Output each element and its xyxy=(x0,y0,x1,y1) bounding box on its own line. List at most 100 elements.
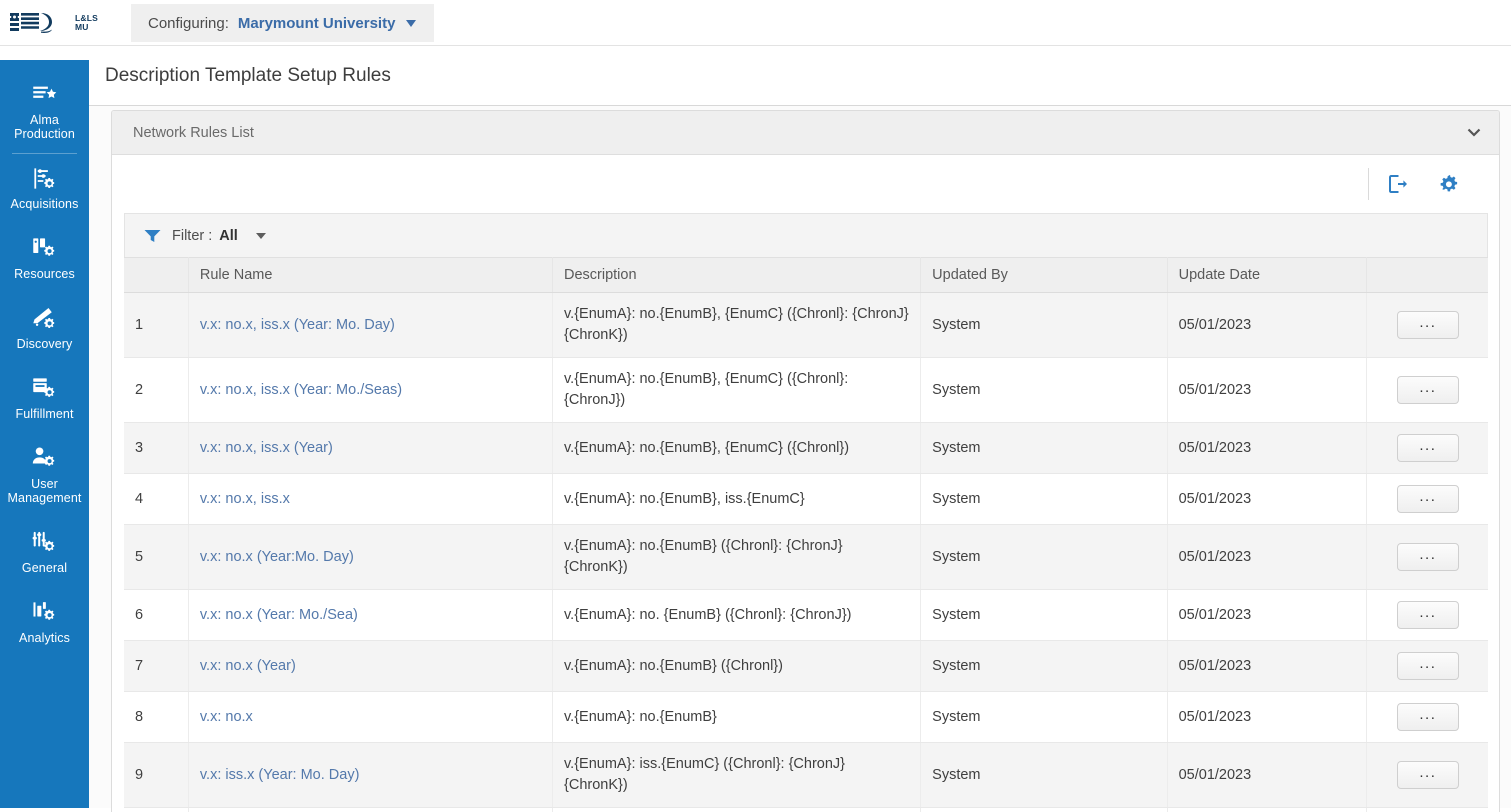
table-row[interactable]: 2v.x: no.x, iss.x (Year: Mo./Seas)v.{Enu… xyxy=(124,358,1488,423)
cell-update-date: 05/01/2023 xyxy=(1167,641,1366,692)
table-row[interactable]: 3 v.x: no.x, iss.x (Year) v.{EnumA}: no.{E… xyxy=(124,423,1488,474)
filter-value[interactable]: All xyxy=(219,228,238,244)
rule-name-link[interactable]: v.x: no.x xyxy=(200,709,253,725)
row-actions-button[interactable]: ... xyxy=(1397,434,1459,462)
sidebar-item-general[interactable]: General xyxy=(0,518,89,588)
cell-rule-name[interactable]: v.x: no.x, iss.x (Year: Mo./Seas) xyxy=(188,358,552,423)
cell-updated-by: System xyxy=(921,423,1167,474)
rule-name-link[interactable]: v.x: no.x (Year) xyxy=(200,658,296,674)
rule-name-link[interactable]: v.x: iss.x (Year: Mo. Day) xyxy=(200,767,360,783)
cell-description: v.{EnumA}: no.{EnumB}, {EnumC} ({Chronl}… xyxy=(553,423,921,474)
rule-name-link[interactable]: v.x: no.x, iss.x (Year) xyxy=(200,440,333,456)
table-row[interactable]: 6v.x: no.x (Year: Mo./Sea)v.{EnumA}: no.… xyxy=(124,590,1488,641)
column-header-updated-by[interactable]: Updated By xyxy=(921,258,1167,293)
app-logo[interactable]: L&LS MU xyxy=(8,7,108,39)
configuring-selector[interactable]: Configuring: Marymount University xyxy=(131,4,434,42)
table-row[interactable]: 9v.x: iss.x (Year: Mo. Day)v.{EnumA}: is… xyxy=(124,743,1488,808)
table-row[interactable]: 1v.x: no.x, iss.x (Year: Mo. Day)v.{Enum… xyxy=(124,293,1488,358)
row-actions-button[interactable]: ... xyxy=(1397,311,1459,339)
row-actions-button[interactable]: ... xyxy=(1397,485,1459,513)
sidebar-item-label: Alma Production xyxy=(3,113,86,141)
row-actions-button[interactable]: ... xyxy=(1397,761,1459,789)
row-actions-button[interactable]: ... xyxy=(1397,652,1459,680)
sidebar-item-alma-production[interactable]: Alma Production xyxy=(0,70,89,154)
toolbar-divider xyxy=(1368,168,1369,200)
table-row[interactable]: 5v.x: no.x (Year:Mo. Day)v.{EnumA}: no.{… xyxy=(124,525,1488,590)
cell-actions: ... xyxy=(1366,525,1488,590)
cell-rule-name[interactable]: v.x: no.x, iss.x xyxy=(188,474,552,525)
cell-index: 4 xyxy=(124,474,188,525)
cell-update-date: 05/01/2023 xyxy=(1167,590,1366,641)
cell-rule-name[interactable]: v.x: no.x (Year: Mo./Sea) xyxy=(188,590,552,641)
cell-update-date: 05/01/2023 xyxy=(1167,525,1366,590)
cell-updated-by: System xyxy=(921,692,1167,743)
logo-text-line1: L&LS xyxy=(75,13,98,23)
sidebar-item-user-management[interactable]: User Management xyxy=(0,434,89,518)
cell-actions: ... xyxy=(1366,423,1488,474)
table-row[interactable]: 8v.x: no.xv.{EnumA}: no.{EnumB}System05/… xyxy=(124,692,1488,743)
configuring-institution-value[interactable]: Marymount University xyxy=(238,15,396,32)
library-emblem-logo-icon xyxy=(8,10,70,36)
settings-button[interactable] xyxy=(1423,164,1473,204)
row-actions-button[interactable]: ... xyxy=(1397,543,1459,571)
cell-rule-name[interactable]: v.x: no.x, iss.x (Year) xyxy=(188,423,552,474)
cell-rule-name[interactable]: v.x: no.x (Year) xyxy=(188,641,552,692)
cell-rule-name[interactable]: v.x: no.x (Year:Mo. Day) xyxy=(188,525,552,590)
cell-updated-by: System xyxy=(921,474,1167,525)
cell-description: v.{EnumA}: no.{EnumB} ({Chronl}) xyxy=(553,641,921,692)
sidebar-item-resources[interactable]: Resources xyxy=(0,224,89,294)
rule-name-link[interactable]: v.x: no.x (Year: Mo./Sea) xyxy=(200,607,358,623)
caret-down-icon[interactable] xyxy=(406,20,416,27)
cell-index: 3 xyxy=(124,423,188,474)
column-header-description[interactable]: Description xyxy=(553,258,921,293)
cell-update-date: 05/01/2023 xyxy=(1167,423,1366,474)
cell-actions: ... xyxy=(1366,590,1488,641)
rule-name-link[interactable]: v.x: no.x (Year:Mo. Day) xyxy=(200,549,354,565)
analytics-icon xyxy=(31,599,58,626)
column-header-update-date[interactable]: Update Date xyxy=(1167,258,1366,293)
row-actions-button[interactable]: ... xyxy=(1397,376,1459,404)
main-sidebar[interactable]: Alma Production Acquisitions Resources D… xyxy=(0,60,89,808)
column-header-rule-name[interactable]: Rule Name xyxy=(188,258,552,293)
cell-actions: ... xyxy=(1366,743,1488,808)
filter-bar[interactable]: Filter : All xyxy=(124,213,1488,257)
row-actions-button[interactable]: ... xyxy=(1397,703,1459,731)
sidebar-item-discovery[interactable]: Discovery xyxy=(0,294,89,364)
rule-name-link[interactable]: v.x: no.x, iss.x xyxy=(200,491,290,507)
cell-actions: ... xyxy=(1366,293,1488,358)
caret-down-icon[interactable] xyxy=(256,233,266,239)
logo-text: L&LS MU xyxy=(75,14,98,33)
sidebar-item-label: Analytics xyxy=(19,631,70,645)
table-header-row: Rule Name Description Updated By Update … xyxy=(124,258,1488,293)
column-header-index xyxy=(124,258,188,293)
row-actions-button[interactable]: ... xyxy=(1397,601,1459,629)
rule-name-link[interactable]: v.x: no.x, iss.x (Year: Mo./Seas) xyxy=(200,382,402,398)
rule-name-link[interactable]: v.x: no.x, iss.x (Year: Mo. Day) xyxy=(200,317,395,333)
cell-actions: ... xyxy=(1366,692,1488,743)
cell-index: 9 xyxy=(124,743,188,808)
table-row[interactable]: 10v.x: iss.x (Year: Mo./Sea)v.{EnumA}: i… xyxy=(124,808,1488,812)
filter-label: Filter : xyxy=(172,228,212,244)
sidebar-item-acquisitions[interactable]: Acquisitions xyxy=(0,154,89,224)
configuring-label: Configuring: xyxy=(148,15,229,32)
table-row[interactable]: 7 v.x: no.x (Year) v.{EnumA}: no.{EnumB} (… xyxy=(124,641,1488,692)
panel-header[interactable]: Network Rules List xyxy=(112,111,1499,155)
general-icon xyxy=(31,529,58,556)
table-row[interactable]: 4v.x: no.x, iss.xv.{EnumA}: no.{EnumB}, … xyxy=(124,474,1488,525)
cell-description: v.{EnumA}: no.{EnumB}, {EnumC} ({Chronl}… xyxy=(553,293,921,358)
cell-rule-name[interactable]: v.x: no.x, iss.x (Year: Mo. Day) xyxy=(188,293,552,358)
export-button[interactable] xyxy=(1373,164,1423,204)
network-rules-panel: Network Rules List xyxy=(111,110,1500,812)
sidebar-item-label: Acquisitions xyxy=(11,197,79,211)
cell-rule-name[interactable]: v.x: iss.x (Year: Mo. Day) xyxy=(188,743,552,808)
cell-description: v.{EnumA}: no. {EnumB} ({Chronl}: {Chron… xyxy=(553,590,921,641)
cell-updated-by: System xyxy=(921,641,1167,692)
page-title: Description Template Setup Rules xyxy=(105,65,391,87)
panel-title: Network Rules List xyxy=(133,125,254,141)
cell-rule-name[interactable]: v.x: iss.x (Year: Mo./Sea) xyxy=(188,808,552,812)
cell-index: 7 xyxy=(124,641,188,692)
cell-rule-name[interactable]: v.x: no.x xyxy=(188,692,552,743)
sidebar-item-analytics[interactable]: Analytics xyxy=(0,588,89,658)
sidebar-item-fulfillment[interactable]: Fulfillment xyxy=(0,364,89,434)
chevron-down-icon[interactable] xyxy=(1467,128,1481,137)
